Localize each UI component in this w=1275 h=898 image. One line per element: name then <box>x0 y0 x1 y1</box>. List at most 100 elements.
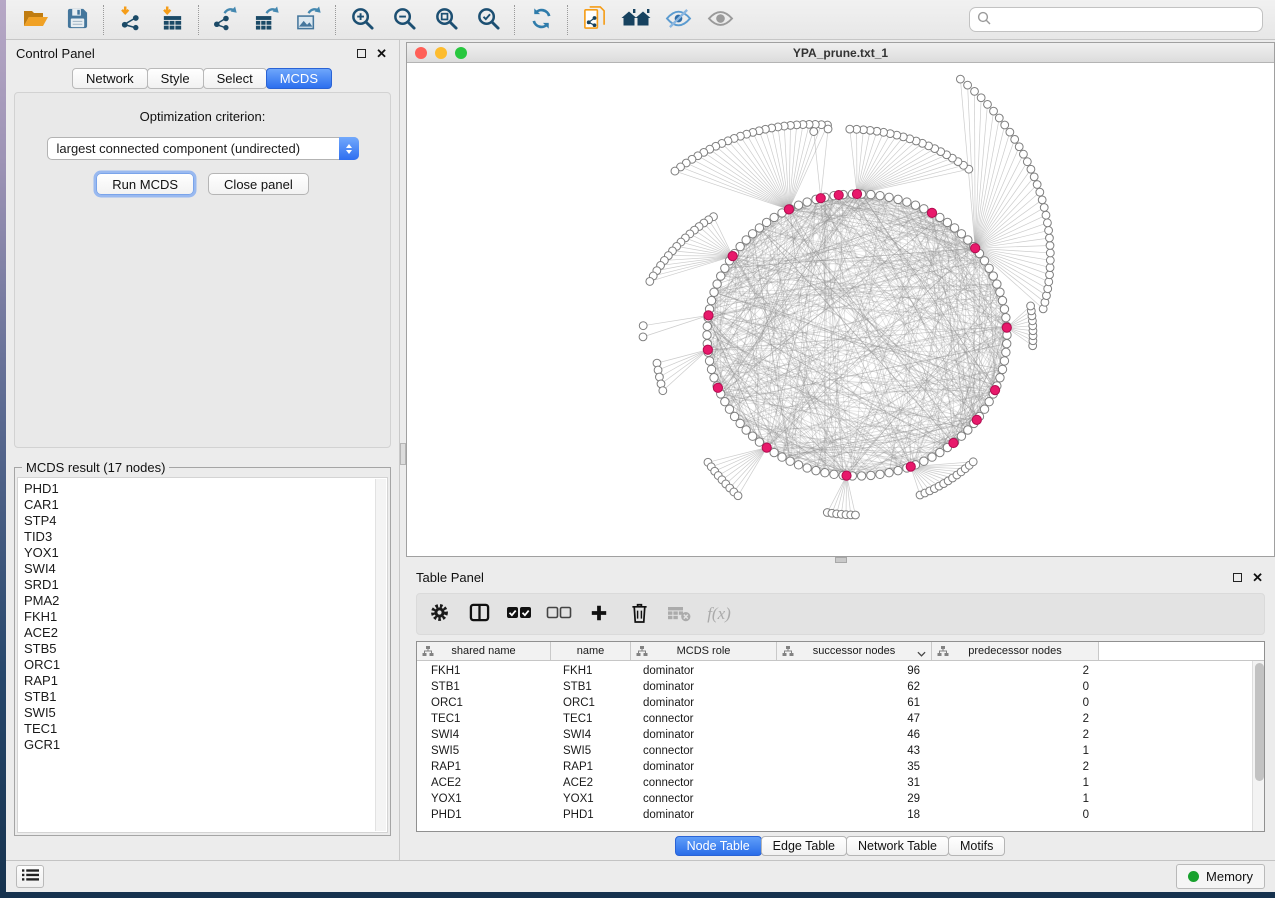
table-settings-button[interactable] <box>427 599 451 629</box>
table-row[interactable]: FKH1 FKH1 dominator 96 2 <box>417 663 1264 679</box>
result-node[interactable]: CAR1 <box>24 497 373 513</box>
result-node[interactable]: SWI4 <box>24 561 373 577</box>
result-node[interactable]: PMA2 <box>24 593 373 609</box>
network-canvas[interactable] <box>407 63 1274 556</box>
trash-icon <box>630 602 649 626</box>
result-node[interactable]: FKH1 <box>24 609 373 625</box>
column-header[interactable]: name <box>551 642 631 660</box>
toolbar-separator <box>103 5 104 35</box>
deselect-all-button[interactable] <box>547 599 571 629</box>
column-header[interactable]: successor nodes <box>777 642 932 660</box>
table-tab[interactable]: Node Table <box>675 836 762 856</box>
close-panel-icon[interactable]: ✕ <box>1252 571 1263 584</box>
zoom-out-button[interactable] <box>383 3 425 37</box>
mcds-panel: Optimization criterion: largest connecte… <box>14 92 391 448</box>
delete-column-button[interactable] <box>627 599 651 629</box>
table-row[interactable]: ACE2 ACE2 connector 31 1 <box>417 775 1264 791</box>
zoom-in-button[interactable] <box>341 3 383 37</box>
hide-panels-button[interactable] <box>657 3 699 37</box>
table-row[interactable]: STB1 STB1 dominator 62 0 <box>417 679 1264 695</box>
save-session-button[interactable] <box>56 3 98 37</box>
run-mcds-button[interactable]: Run MCDS <box>96 173 194 195</box>
clone-network-button[interactable] <box>573 3 615 37</box>
table-scrollbar[interactable] <box>1252 661 1264 831</box>
zoom-fit-icon <box>434 6 459 34</box>
cell-name: SWI5 <box>551 745 631 757</box>
result-node[interactable]: ACE2 <box>24 625 373 641</box>
result-node[interactable]: SWI5 <box>24 705 373 721</box>
column-label: predecessor nodes <box>968 645 1062 657</box>
import-table-button[interactable] <box>151 3 193 37</box>
select-all-button[interactable] <box>507 599 531 629</box>
add-column-button[interactable] <box>587 599 611 629</box>
result-node[interactable]: GCR1 <box>24 737 373 753</box>
show-columns-button[interactable] <box>467 599 491 629</box>
vertical-splitter[interactable] <box>400 40 406 860</box>
result-node[interactable]: STB1 <box>24 689 373 705</box>
hierarchy-icon <box>422 645 434 660</box>
close-panel-button[interactable]: Close panel <box>208 173 309 195</box>
refresh-view-button[interactable] <box>520 3 562 37</box>
result-node[interactable]: STB5 <box>24 641 373 657</box>
main-toolbar <box>6 0 1275 40</box>
mcds-result-list[interactable]: PHD1CAR1STP4TID3YOX1SWI4SRD1PMA2FKH1ACE2… <box>17 477 388 833</box>
result-scrollbar[interactable] <box>375 479 386 831</box>
control-panel-tab[interactable]: Select <box>203 68 267 89</box>
table-tab[interactable]: Motifs <box>948 836 1005 856</box>
table-row[interactable]: SWI4 SWI4 dominator 46 2 <box>417 727 1264 743</box>
column-header[interactable]: shared name <box>417 642 551 660</box>
float-panel-icon[interactable] <box>357 49 366 58</box>
result-node[interactable]: TID3 <box>24 529 373 545</box>
table-row[interactable]: YOX1 YOX1 connector 29 1 <box>417 791 1264 807</box>
search-input[interactable] <box>996 12 1255 27</box>
table-row[interactable]: RAP1 RAP1 dominator 35 2 <box>417 759 1264 775</box>
memory-label: Memory <box>1206 869 1253 884</box>
result-node[interactable]: PHD1 <box>24 481 373 497</box>
control-panel-tab[interactable]: Network <box>72 68 148 89</box>
table-tab[interactable]: Network Table <box>846 836 949 856</box>
table-row[interactable]: SWI5 SWI5 connector 43 1 <box>417 743 1264 759</box>
cell-predecessor-nodes: 0 <box>932 809 1099 821</box>
horizontal-splitter[interactable] <box>406 557 1275 564</box>
column-label: name <box>577 645 605 657</box>
search-box[interactable] <box>969 7 1263 32</box>
close-panel-icon[interactable]: ✕ <box>376 47 387 60</box>
network-window-titlebar[interactable]: YPA_prune.txt_1 <box>407 43 1274 63</box>
result-node[interactable]: ORC1 <box>24 657 373 673</box>
show-panels-button[interactable] <box>615 3 657 37</box>
export-table-button[interactable] <box>246 3 288 37</box>
birdseye-view-button[interactable] <box>699 3 741 37</box>
criterion-value: largest connected component (undirected) <box>57 141 301 156</box>
result-node[interactable]: STP4 <box>24 513 373 529</box>
result-node[interactable]: TEC1 <box>24 721 373 737</box>
export-image-button[interactable] <box>288 3 330 37</box>
control-panel-tab[interactable]: Style <box>147 68 204 89</box>
column-header[interactable]: predecessor nodes <box>932 642 1099 660</box>
task-history-button[interactable] <box>16 865 44 888</box>
houses-icon <box>621 7 651 33</box>
float-panel-icon[interactable] <box>1233 573 1242 582</box>
splitter-handle[interactable] <box>835 557 847 563</box>
criterion-select[interactable]: largest connected component (undirected) <box>47 137 359 160</box>
import-network-button[interactable] <box>109 3 151 37</box>
splitter-handle[interactable] <box>400 443 406 465</box>
result-node[interactable]: SRD1 <box>24 577 373 593</box>
export-network-button[interactable] <box>204 3 246 37</box>
result-node[interactable]: RAP1 <box>24 673 373 689</box>
cell-successor-nodes: 47 <box>777 713 932 725</box>
cell-predecessor-nodes: 2 <box>932 713 1099 725</box>
zoom-selected-button[interactable] <box>467 3 509 37</box>
network-graph[interactable] <box>407 63 1274 556</box>
zoom-fit-button[interactable] <box>425 3 467 37</box>
table-body[interactable]: FKH1 FKH1 dominator 96 2 STB1 STB1 domin… <box>417 661 1264 831</box>
memory-button[interactable]: Memory <box>1176 864 1265 889</box>
table-row[interactable]: TEC1 TEC1 connector 47 2 <box>417 711 1264 727</box>
table-row[interactable]: ORC1 ORC1 dominator 61 0 <box>417 695 1264 711</box>
result-node[interactable]: YOX1 <box>24 545 373 561</box>
column-header[interactable]: MCDS role <box>631 642 777 660</box>
open-file-button[interactable] <box>14 3 56 37</box>
control-panel-tab[interactable]: MCDS <box>266 68 332 89</box>
scrollbar-thumb[interactable] <box>1255 663 1264 781</box>
table-tab[interactable]: Edge Table <box>761 836 847 856</box>
table-row[interactable]: PHD1 PHD1 dominator 18 0 <box>417 807 1264 823</box>
